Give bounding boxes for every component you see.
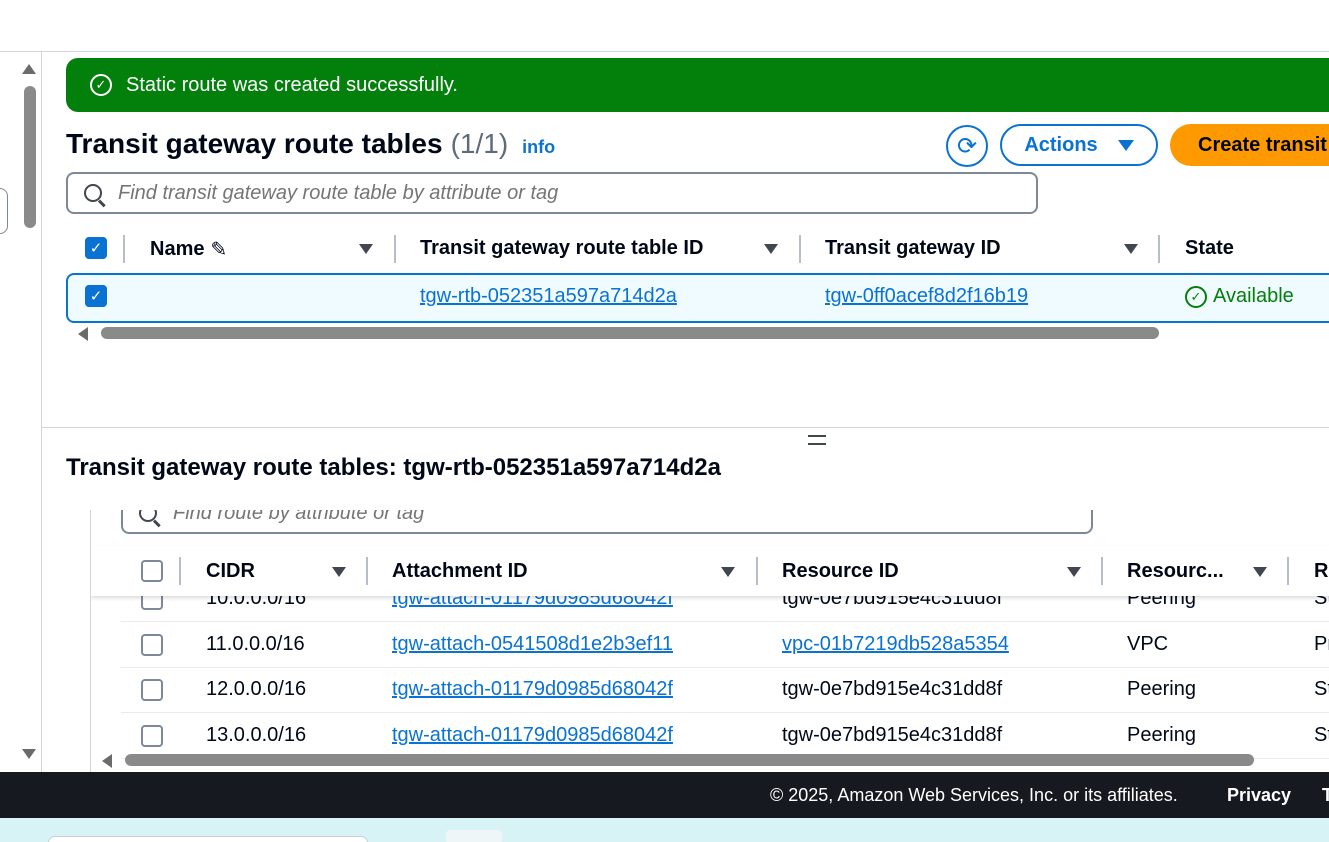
table-row[interactable]: 13.0.0.0/16 tgw-attach-01179d0985d68042f… <box>121 713 1329 759</box>
column-separator <box>394 235 396 263</box>
attachment-id-link[interactable]: tgw-attach-01179d0985d68042f <box>392 724 673 747</box>
sort-icon[interactable] <box>764 244 778 254</box>
attachment-id-link[interactable]: tgw-attach-01179d0985d68042f <box>392 678 673 701</box>
column-separator <box>366 557 368 585</box>
column-header-name[interactable]: Name ✎ <box>150 237 227 262</box>
route-table-id-link[interactable]: tgw-rtb-052351a597a714d2a <box>420 285 677 308</box>
column-separator <box>179 557 181 585</box>
resource-id-cell: tgw-0e7bd915e4c31dd8f <box>782 678 1003 700</box>
column-header-transit-gateway-id[interactable]: Transit gateway ID <box>825 237 1001 260</box>
column-header-state[interactable]: State <box>1185 237 1234 260</box>
cidr-cell: 13.0.0.0/16 <box>206 724 307 746</box>
column-header-route-table-id[interactable]: Transit gateway route table ID <box>420 237 703 260</box>
sort-icon[interactable] <box>1253 567 1267 577</box>
route-search-input[interactable] <box>173 510 1030 525</box>
cidr-cell: 11.0.0.0/16 <box>206 633 305 655</box>
cidr-cell: 12.0.0.0/16 <box>206 678 307 700</box>
copyright-text: © 2025, Amazon Web Services, Inc. or its… <box>770 785 1178 805</box>
select-all-checkbox[interactable]: ✓ <box>85 237 107 259</box>
drag-handle-icon[interactable] <box>808 435 826 445</box>
column-header-name-label: Name <box>150 238 205 260</box>
terms-link[interactable]: T <box>1322 785 1329 806</box>
row-checkbox[interactable] <box>141 724 163 747</box>
sort-icon[interactable] <box>332 567 346 577</box>
sort-icon[interactable] <box>1124 244 1138 254</box>
footer: © 2025, Amazon Web Services, Inc. or its… <box>0 772 1329 818</box>
search-icon <box>139 510 157 522</box>
transit-gateway-id-link[interactable]: tgw-0ff0acef8d2f16b19 <box>825 285 1028 308</box>
row-checkbox[interactable] <box>141 633 163 656</box>
status-text: Available <box>1213 285 1294 307</box>
refresh-button[interactable]: ⟳ <box>946 125 988 167</box>
page-title: Transit gateway route tables (1/1) info <box>66 128 555 160</box>
sort-icon[interactable] <box>1067 567 1081 577</box>
routes-horizontal-scrollbar-thumb[interactable] <box>125 754 1254 766</box>
route-table-search[interactable] <box>66 172 1038 214</box>
scroll-down-arrow-icon[interactable] <box>22 749 36 759</box>
table-row[interactable]: 12.0.0.0/16 tgw-attach-01179d0985d68042f… <box>121 667 1329 713</box>
route-type-cell: St <box>1314 678 1329 700</box>
scroll-left-arrow-icon[interactable] <box>78 327 88 341</box>
column-separator <box>123 235 125 263</box>
detail-panel-title: Transit gateway route tables: tgw-rtb-05… <box>66 454 721 481</box>
column-header-attachment-id[interactable]: Attachment ID <box>392 560 528 583</box>
select-all-routes-checkbox[interactable] <box>141 560 163 582</box>
page-title-text: Transit gateway route tables <box>66 128 443 159</box>
column-separator <box>756 557 758 585</box>
side-panel-toggle[interactable] <box>0 188 8 234</box>
row-checkbox[interactable] <box>141 678 163 701</box>
refresh-icon: ⟳ <box>956 132 978 160</box>
table-row[interactable] <box>66 273 1329 323</box>
actions-label: Actions <box>1024 133 1098 156</box>
resource-type-cell: Peering <box>1127 724 1196 746</box>
success-flashbar: ✓ Static route was created successfully. <box>66 58 1329 112</box>
sort-icon[interactable] <box>721 567 735 577</box>
search-icon <box>84 184 102 202</box>
resource-id-link[interactable]: vpc-01b7219db528a5354 <box>782 633 1009 656</box>
routes-table-header: CIDR Attachment ID Resource ID Resourc..… <box>91 546 1329 596</box>
horizontal-scrollbar-thumb[interactable] <box>101 327 1159 339</box>
info-link[interactable]: info <box>522 137 555 158</box>
selection-count: (1/1) <box>450 128 509 159</box>
column-header-route-type[interactable]: Ro <box>1314 560 1329 583</box>
route-type-cell: Pr <box>1314 633 1329 655</box>
column-separator <box>1287 557 1289 585</box>
route-type-cell: St <box>1314 724 1329 746</box>
status-badge: ✓ Available <box>1185 285 1294 308</box>
status-check-icon: ✓ <box>1185 285 1207 308</box>
scroll-up-arrow-icon[interactable] <box>22 64 36 74</box>
left-rail-divider <box>41 52 42 772</box>
create-route-table-button[interactable]: Create transit <box>1170 124 1329 166</box>
privacy-link[interactable]: Privacy <box>1227 785 1291 806</box>
actions-dropdown-button[interactable]: Actions <box>1000 124 1158 166</box>
column-header-resource-id[interactable]: Resource ID <box>782 560 899 583</box>
route-table-search-input[interactable] <box>118 181 975 205</box>
row-checkbox[interactable]: ✓ <box>85 285 107 307</box>
column-separator <box>1158 235 1160 263</box>
column-header-cidr[interactable]: CIDR <box>206 560 255 583</box>
resource-type-cell: Peering <box>1127 678 1196 700</box>
sort-icon[interactable] <box>359 244 373 254</box>
scroll-left-arrow-icon[interactable] <box>102 754 112 768</box>
table-row[interactable]: 11.0.0.0/16 tgw-attach-0541508d1e2b3ef11… <box>121 622 1329 668</box>
flash-message: Static route was created successfully. <box>126 73 458 96</box>
column-header-resource-type[interactable]: Resourc... <box>1127 560 1224 583</box>
caret-down-icon <box>1117 139 1134 151</box>
column-separator <box>799 235 801 263</box>
split-panel-divider <box>42 427 1329 428</box>
resource-type-cell: VPC <box>1127 633 1169 655</box>
resource-id-cell: tgw-0e7bd915e4c31dd8f <box>782 724 1003 746</box>
route-search[interactable] <box>121 510 1093 534</box>
taskbar-search[interactable] <box>48 836 368 842</box>
column-separator <box>1101 557 1103 585</box>
create-label: Create transit <box>1198 133 1327 156</box>
vertical-scrollbar-thumb[interactable] <box>24 86 36 228</box>
taskbar-item[interactable] <box>446 830 502 842</box>
success-check-icon: ✓ <box>90 74 112 96</box>
routes-table: 10.0.0.0/16 tgw-attach-01179d0985d68042f… <box>90 510 1329 772</box>
top-divider <box>0 51 1329 52</box>
attachment-id-link[interactable]: tgw-attach-0541508d1e2b3ef11 <box>392 633 673 656</box>
edit-pencil-icon: ✎ <box>210 239 228 261</box>
